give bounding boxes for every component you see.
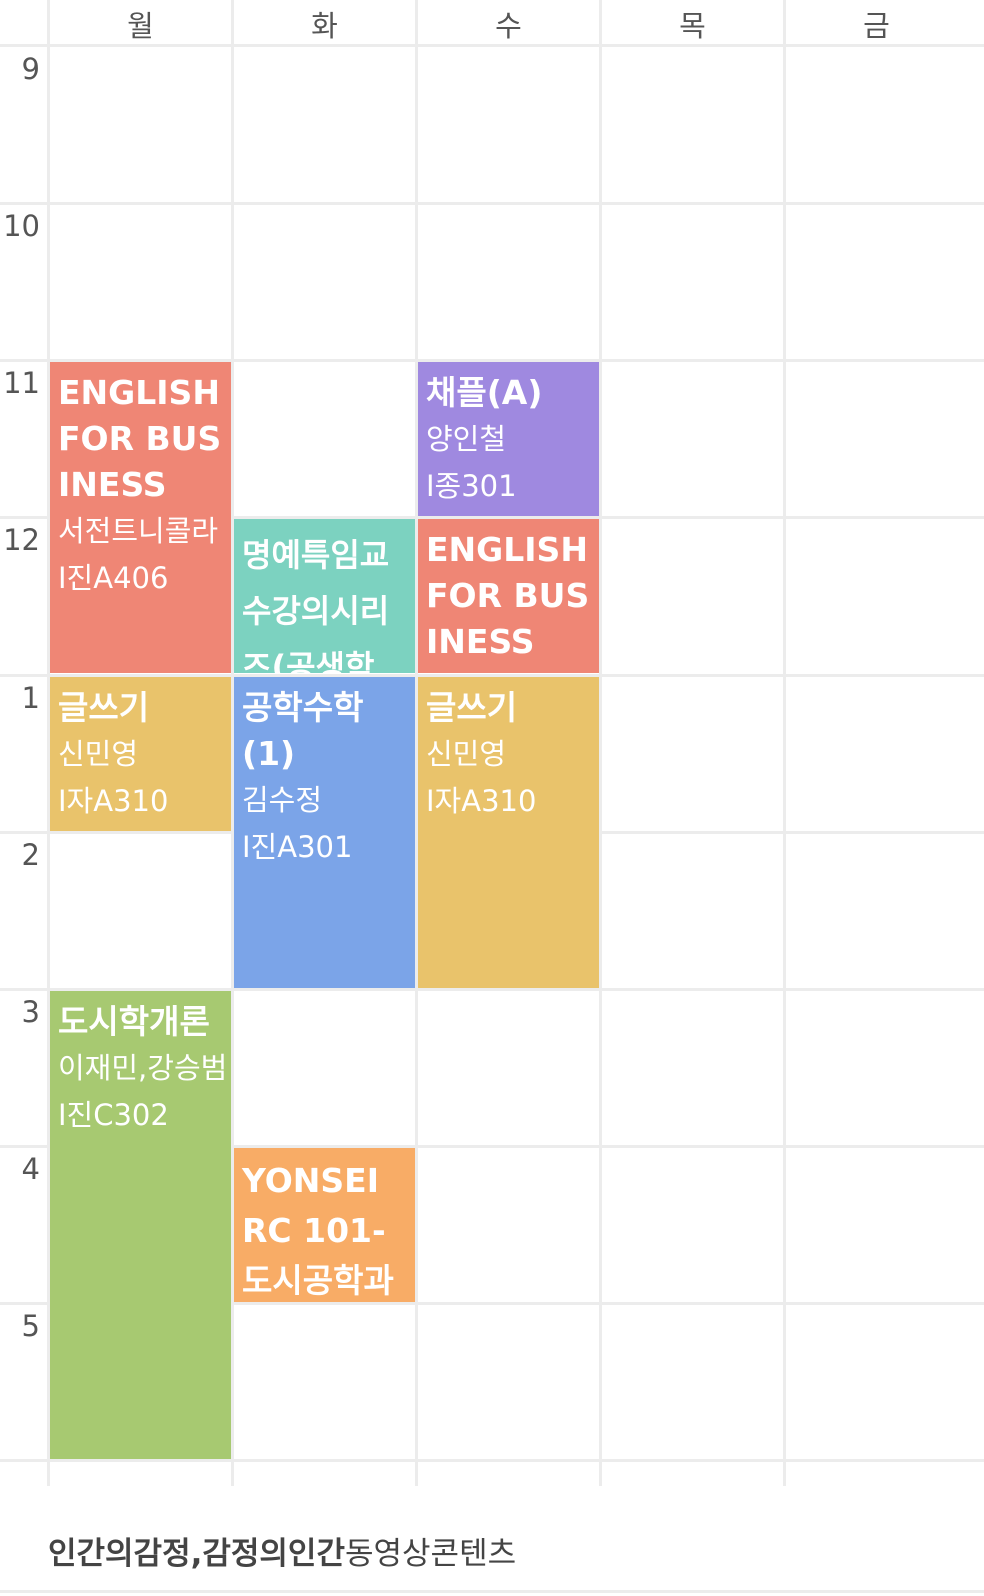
online-course-title[interactable]: 인간의감정,감정의인간동영상콘텐츠 <box>48 1528 516 1573</box>
course-block[interactable]: YONSEI RC 101-도시공학과 <box>234 1148 415 1302</box>
hour-label: 10 <box>3 209 40 243</box>
hour-label: 9 <box>21 52 40 86</box>
hour-label: 5 <box>21 1309 40 1343</box>
hour-label: 1 <box>21 681 40 715</box>
course-professor: 김수정 <box>242 783 323 817</box>
course-room: I진A406 <box>58 561 169 595</box>
online-course-title-bold: 인간의감정,감정의인간 <box>48 1536 345 1572</box>
course-name: 글쓰기 <box>58 688 150 727</box>
day-header-fri: 금 <box>863 9 890 43</box>
course-block[interactable]: 명예특임교수강의시리즈(공생학 <box>234 519 415 673</box>
course-block[interactable]: 채플(A) 양인철 I종301 <box>418 362 599 516</box>
course-name: 채플(A) <box>426 373 543 412</box>
course-room: I진C302 <box>58 1098 169 1132</box>
hour-label: 12 <box>3 523 40 557</box>
course-name: YONSEI RC 101-도시공학과 <box>242 1161 394 1300</box>
course-block[interactable]: 도시학개론 이재민,강승범 I진C302 <box>50 991 231 1459</box>
course-block[interactable]: 공학수학(1) 김수정 I진A301 <box>234 677 415 988</box>
day-header-wed: 수 <box>495 9 522 43</box>
course-room: I진A301 <box>242 830 353 864</box>
course-professor: 신민영 <box>58 737 139 771</box>
course-room: I자A310 <box>426 784 537 818</box>
course-room: I종301 <box>426 469 517 503</box>
hour-label: 11 <box>3 366 40 400</box>
course-block[interactable]: ENGLISH FOR BUSINESS 서전트니콜라 I진A406 <box>50 362 231 673</box>
course-name: 명예특임교수강의시리즈(공생학 <box>242 536 390 673</box>
course-name: ENGLISH FOR BUSINESS <box>426 530 590 661</box>
course-name: 글쓰기 <box>426 688 518 727</box>
grid-line <box>783 0 786 1486</box>
grid-line <box>599 0 602 1486</box>
hour-label: 3 <box>21 995 40 1029</box>
course-block[interactable]: 글쓰기 신민영 I자A310 <box>418 677 599 988</box>
course-room: I자A310 <box>58 784 169 818</box>
grid-line <box>0 202 984 205</box>
online-course-title-normal: 동영상콘텐츠 <box>344 1536 517 1572</box>
grid-line <box>0 44 984 47</box>
day-header-thu: 목 <box>679 9 706 43</box>
hour-label: 4 <box>21 1152 40 1186</box>
course-professor: 양인철 <box>426 422 507 456</box>
course-name: 공학수학(1) <box>242 688 364 773</box>
course-professor: 서전트니콜라 <box>58 514 219 548</box>
course-block[interactable]: 글쓰기 신민영 I자A310 <box>50 677 231 831</box>
course-name: 도시학개론 <box>58 1002 210 1041</box>
course-professor: 신민영 <box>426 737 507 771</box>
day-header-mon: 월 <box>127 9 154 43</box>
footer-divider <box>0 1590 984 1593</box>
grid-line <box>0 1459 984 1462</box>
course-block[interactable]: ENGLISH FOR BUSINESS <box>418 519 599 673</box>
day-header-tue: 화 <box>311 9 338 43</box>
course-professor: 이재민,강승범 <box>58 1051 228 1085</box>
course-name: ENGLISH FOR BUSINESS <box>58 373 222 504</box>
hour-label: 2 <box>21 838 40 872</box>
